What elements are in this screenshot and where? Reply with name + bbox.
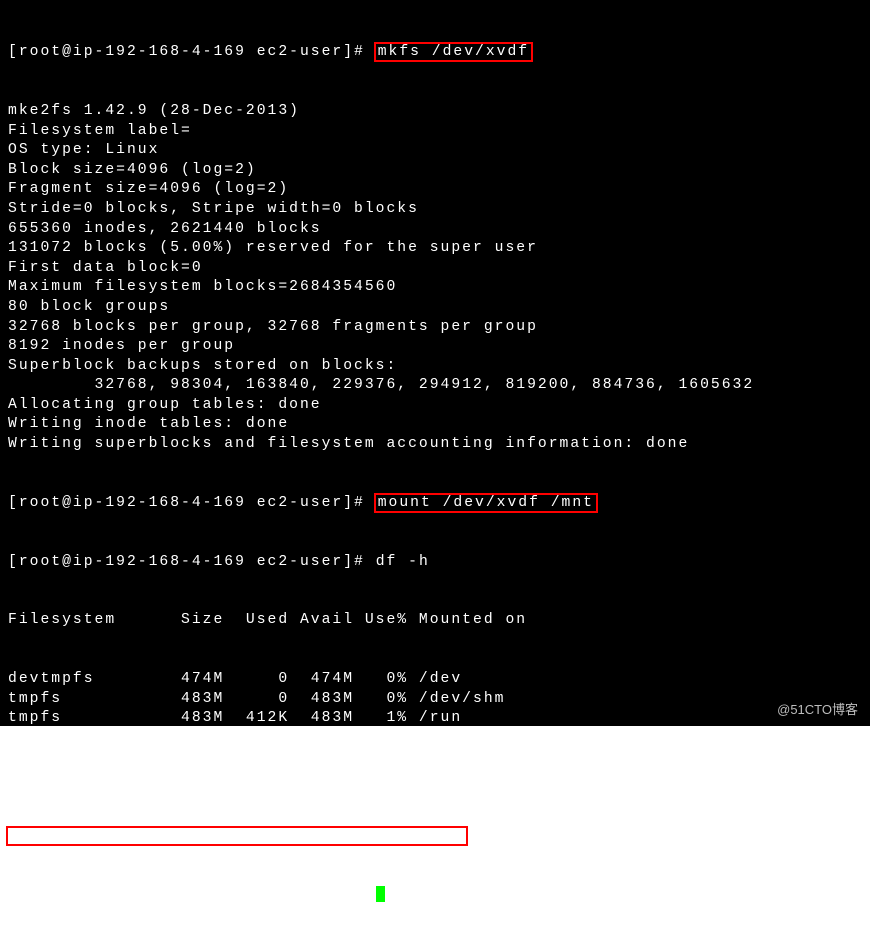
df-row-highlighted: /dev/xvdf 9.9G 23M 9.4G 1% /mnt xyxy=(8,827,862,847)
mke2fs-line: Allocating group tables: done xyxy=(8,396,862,416)
mke2fs-line: 8192 inodes per group xyxy=(8,337,862,357)
mke2fs-line: 80 block groups xyxy=(8,298,862,318)
mke2fs-line: Superblock backups stored on blocks: xyxy=(8,357,862,377)
mke2fs-line: OS type: Linux xyxy=(8,141,862,161)
df-command: df -h xyxy=(376,554,430,570)
prompt-line-idle: [root@ip-192-168-4-169 ec2-user]# xyxy=(8,886,862,906)
prompt-line-df: [root@ip-192-168-4-169 ec2-user]# df -h xyxy=(8,553,862,573)
mke2fs-line: 655360 inodes, 2621440 blocks xyxy=(8,220,862,240)
prompt-line-mount: [root@ip-192-168-4-169 ec2-user]# mount … xyxy=(8,494,862,514)
mke2fs-output: mke2fs 1.42.9 (28-Dec-2013)Filesystem la… xyxy=(8,102,862,455)
watermark: @51CTO博客 xyxy=(777,700,858,720)
mke2fs-line: 32768, 98304, 163840, 229376, 294912, 81… xyxy=(8,376,862,396)
df-row: tmpfs 483M 412K 483M 1% /run xyxy=(8,709,862,729)
mke2fs-line: First data block=0 xyxy=(8,259,862,279)
mke2fs-line: 32768 blocks per group, 32768 fragments … xyxy=(8,318,862,338)
mke2fs-line: Writing superblocks and filesystem accou… xyxy=(8,435,862,455)
mkfs-command: mkfs /dev/xvdf xyxy=(374,42,533,62)
cursor-icon xyxy=(376,886,385,902)
df-header: Filesystem Size Used Avail Use% Mounted … xyxy=(8,611,862,631)
mke2fs-line: Fragment size=4096 (log=2) xyxy=(8,180,862,200)
mke2fs-line: Block size=4096 (log=2) xyxy=(8,161,862,181)
mke2fs-line: Maximum filesystem blocks=2684354560 xyxy=(8,278,862,298)
df-row: devtmpfs 474M 0 474M 0% /dev xyxy=(8,670,862,690)
mke2fs-line: 131072 blocks (5.00%) reserved for the s… xyxy=(8,239,862,259)
mke2fs-line: mke2fs 1.42.9 (28-Dec-2013) xyxy=(8,102,862,122)
mke2fs-line: Writing inode tables: done xyxy=(8,415,862,435)
df-output: devtmpfs 474M 0 474M 0% /devtmpfs 483M 0… xyxy=(8,670,862,788)
shell-prompt: [root@ip-192-168-4-169 ec2-user]# xyxy=(8,887,376,903)
prompt-line-mkfs: [root@ip-192-168-4-169 ec2-user]# mkfs /… xyxy=(8,43,862,63)
mke2fs-line: Stride=0 blocks, Stripe width=0 blocks xyxy=(8,200,862,220)
df-row: /dev/xvda1 8.0G 1.6G 6.5G 20% / xyxy=(8,749,862,769)
df-row: tmpfs 483M 0 483M 0% /dev/shm xyxy=(8,690,862,710)
df-row: tmpfs 97M 0 97M 0% /run/user/1000 xyxy=(8,768,862,788)
mke2fs-line: Filesystem label= xyxy=(8,122,862,142)
shell-prompt: [root@ip-192-168-4-169 ec2-user]# xyxy=(8,554,376,570)
mount-command: mount /dev/xvdf /mnt xyxy=(374,493,598,513)
terminal-window[interactable]: [root@ip-192-168-4-169 ec2-user]# mkfs /… xyxy=(0,0,870,726)
df-xvdf-row: /dev/xvdf 9.9G 23M 9.4G 1% /mnt xyxy=(6,826,468,846)
df-row: tmpfs 483M 0 483M 0% /sys/fs/cgroup xyxy=(8,729,862,749)
shell-prompt: [root@ip-192-168-4-169 ec2-user]# xyxy=(8,495,376,511)
shell-prompt: [root@ip-192-168-4-169 ec2-user]# xyxy=(8,44,376,60)
